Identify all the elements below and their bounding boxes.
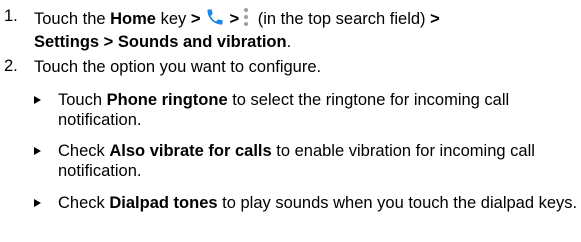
settings-path: Settings > Sounds and vibration: [34, 33, 287, 51]
step-2-number: 2.: [4, 57, 18, 75]
step-1-arrow-3: >: [430, 10, 440, 28]
phone-icon: [205, 7, 225, 32]
bullet-pre: Check: [58, 142, 110, 160]
option-dialpad-tones: Dialpad tones: [109, 194, 218, 212]
bullet-pre: Touch: [58, 91, 107, 109]
step-1-arrow-1: >: [190, 10, 201, 28]
bullet-arrow-icon: [34, 199, 41, 207]
bullet-post: to play sounds when you touch the dialpa…: [217, 194, 578, 212]
step-1-text-b: key: [155, 10, 191, 28]
step-1-text: Touch the Home key > > (in the top search…: [34, 7, 574, 52]
option-also-vibrate-for-calls: Also vibrate for calls: [109, 142, 272, 160]
instructions-page: 1. Touch the Home key > > (in the top sea…: [0, 0, 581, 242]
step-1-text-a: Touch the: [34, 10, 111, 28]
bullet-pre: Check: [58, 194, 110, 212]
home-key-label: Home: [110, 10, 156, 28]
bullet-text: Check Dialpad tones to play sounds when …: [58, 193, 580, 213]
bullet-arrow-icon: [34, 147, 41, 155]
step-2-text: Touch the option you want to configure.: [34, 58, 322, 76]
more-vertical-icon: [243, 7, 249, 32]
step-1-period: .: [286, 33, 292, 51]
step-1-text-c: (in the top search field): [253, 10, 431, 28]
step-1-number: 1.: [4, 7, 18, 25]
step-1-arrow-2: >: [229, 10, 240, 28]
bullet-arrow-icon: [34, 96, 41, 104]
bullet-text: Check Also vibrate for calls to enable v…: [58, 141, 580, 181]
option-phone-ringtone: Phone ringtone: [106, 91, 228, 109]
bullet-text: Touch Phone ringtone to select the ringt…: [58, 90, 580, 130]
